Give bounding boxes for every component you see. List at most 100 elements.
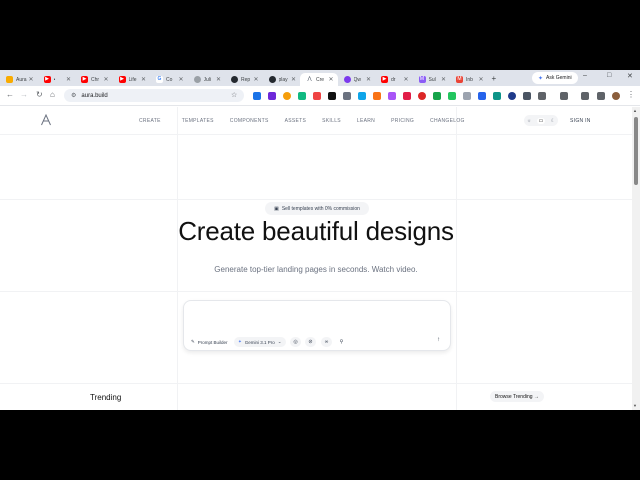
extension-icon[interactable] xyxy=(478,92,486,100)
extension-icon[interactable] xyxy=(298,92,306,100)
home-icon[interactable]: ⌂ xyxy=(50,90,55,99)
browse-trending-button[interactable]: Browse Trending → xyxy=(490,391,544,402)
extension-icon[interactable] xyxy=(313,92,321,100)
globe-icon[interactable]: ◎ xyxy=(290,337,301,347)
puzzle-icon[interactable] xyxy=(538,92,546,100)
close-icon[interactable]: ✕ xyxy=(103,76,108,83)
nav-components[interactable]: COMPONENTS xyxy=(230,118,269,124)
browser-tab[interactable]: ▶ dr ✕ xyxy=(375,73,413,86)
extension-icon[interactable] xyxy=(523,92,531,100)
nav-skills[interactable]: SKILLS xyxy=(322,118,341,124)
close-icon[interactable]: ✕ xyxy=(291,76,296,83)
browser-tab[interactable]: M Sul ✕ xyxy=(413,73,451,86)
promo-badge[interactable]: ▣ Sell templates with 0% commission xyxy=(265,202,369,215)
model-select[interactable]: ✦ Gemini 3.1 Pro ⌄ xyxy=(234,337,286,347)
close-icon[interactable]: ✕ xyxy=(478,76,483,83)
browser-tab[interactable]: Juli ✕ xyxy=(188,73,226,86)
extension-icon[interactable] xyxy=(448,92,456,100)
browser-tab[interactable]: Qw ✕ xyxy=(338,73,376,86)
scroll-down-icon[interactable]: ▼ xyxy=(633,403,637,408)
nav-templates[interactable]: TEMPLATES xyxy=(182,118,214,124)
prompt-builder-button[interactable]: ✎ Prompt Builder xyxy=(187,337,232,347)
extension-icon[interactable] xyxy=(343,92,351,100)
window-close-button[interactable]: ✕ xyxy=(627,72,633,80)
maximize-button[interactable]: □ xyxy=(607,72,611,79)
extension-icon[interactable] xyxy=(253,92,261,100)
extension-icon[interactable] xyxy=(373,92,381,100)
extension-icon[interactable] xyxy=(403,92,411,100)
link-icon[interactable]: ∞ xyxy=(321,337,332,347)
minimize-button[interactable]: – xyxy=(583,72,587,79)
close-icon[interactable]: ✕ xyxy=(141,76,146,83)
prompt-input[interactable] xyxy=(192,306,432,316)
scrollbar[interactable]: ▲ ▼ xyxy=(632,107,640,410)
scroll-up-icon[interactable]: ▲ xyxy=(633,108,637,113)
site-info-icon[interactable]: ⚙ xyxy=(71,92,76,99)
close-icon[interactable]: ✕ xyxy=(441,76,446,83)
download-icon[interactable] xyxy=(581,92,589,100)
bookmark-star-icon[interactable]: ☆ xyxy=(231,91,237,99)
extension-icon[interactable] xyxy=(358,92,366,100)
template-icon: ▣ xyxy=(274,205,279,212)
close-icon[interactable]: ✕ xyxy=(28,76,33,83)
extension-icon[interactable] xyxy=(388,92,396,100)
grid-line xyxy=(0,199,632,200)
browser-tab[interactable]: ▶ • ✕ xyxy=(38,73,76,86)
nav-learn[interactable]: LEARN xyxy=(357,118,375,124)
close-icon[interactable]: ✕ xyxy=(216,76,221,83)
send-arrow-icon[interactable]: ↑ xyxy=(437,337,440,343)
close-icon[interactable]: ✕ xyxy=(403,76,408,83)
close-icon[interactable]: ✕ xyxy=(178,76,183,83)
ask-gemini-button[interactable]: ✦ Ask Gemini xyxy=(532,72,578,84)
attach-icon[interactable]: ⊘ xyxy=(305,337,316,347)
wand-icon: ✎ xyxy=(191,339,195,344)
browser-window: Aura ✕ ▶ • ✕ ▶ Chr ✕ ▶ Life ✕ G Co ✕ Juli ✕ Rep ✕ p… xyxy=(0,70,640,410)
browser-tab[interactable]: play ✕ xyxy=(263,73,301,86)
profile-icon[interactable] xyxy=(560,92,568,100)
youtube-icon: ▶ xyxy=(381,76,388,83)
sun-icon[interactable]: ☼ xyxy=(527,118,532,124)
site-nav: CREATE TEMPLATES COMPONENTS ASSETS SKILL… xyxy=(139,118,465,124)
extension-icon[interactable] xyxy=(418,92,426,100)
close-icon[interactable]: ✕ xyxy=(328,76,333,83)
browser-tab[interactable]: ▶ Chr ✕ xyxy=(75,73,113,86)
github-icon xyxy=(268,76,276,83)
extension-icon[interactable] xyxy=(328,92,336,100)
address-bar[interactable]: ⚙ aura.build xyxy=(64,89,244,102)
avatar[interactable] xyxy=(612,92,620,100)
nav-assets[interactable]: ASSETS xyxy=(285,118,307,124)
browser-tab[interactable]: ▶ Life ✕ xyxy=(113,73,151,86)
browser-tab[interactable]: G Co ✕ xyxy=(150,73,188,86)
scroll-thumb[interactable] xyxy=(634,117,638,185)
forward-arrow-icon[interactable]: → xyxy=(20,90,28,99)
back-arrow-icon[interactable]: ← xyxy=(6,90,14,99)
nav-changelog[interactable]: CHANGELOG xyxy=(430,118,465,124)
gemini-spark-icon: ✦ xyxy=(238,339,242,344)
sidebar-icon[interactable] xyxy=(597,92,605,100)
aura-logo-icon[interactable] xyxy=(40,114,52,126)
browser-tab-active[interactable]: ⋀ Cre ✕ xyxy=(300,73,338,86)
close-icon[interactable]: ✕ xyxy=(66,76,71,83)
browser-tab[interactable]: Aura ✕ xyxy=(0,73,38,86)
sign-in-link[interactable]: SIGN IN xyxy=(570,118,591,124)
extension-icon[interactable] xyxy=(283,92,291,100)
brush-icon[interactable]: ⚲ xyxy=(336,337,347,347)
extension-icon[interactable] xyxy=(493,92,501,100)
extension-icon[interactable] xyxy=(463,92,471,100)
moon-icon[interactable]: ☾ xyxy=(551,118,555,124)
browser-tab[interactable]: Rep ✕ xyxy=(225,73,263,86)
monitor-icon[interactable]: ▭ xyxy=(536,117,546,124)
extension-icon[interactable] xyxy=(268,92,276,100)
nav-pricing[interactable]: PRICING xyxy=(391,118,414,124)
theme-toggle[interactable]: ☼ ▭ ☾ xyxy=(524,115,558,126)
trending-heading: Trending xyxy=(90,393,122,402)
extension-icon[interactable] xyxy=(508,92,516,100)
menu-dots-icon[interactable]: ⋮ xyxy=(627,90,635,99)
close-icon[interactable]: ✕ xyxy=(253,76,258,83)
new-tab-button[interactable]: + xyxy=(492,74,497,83)
nav-create[interactable]: CREATE xyxy=(139,118,161,124)
close-icon[interactable]: ✕ xyxy=(366,76,371,83)
extension-icon[interactable] xyxy=(433,92,441,100)
reload-icon[interactable]: ↻ xyxy=(36,90,43,99)
browser-tab[interactable]: M Inb ✕ xyxy=(450,73,488,86)
